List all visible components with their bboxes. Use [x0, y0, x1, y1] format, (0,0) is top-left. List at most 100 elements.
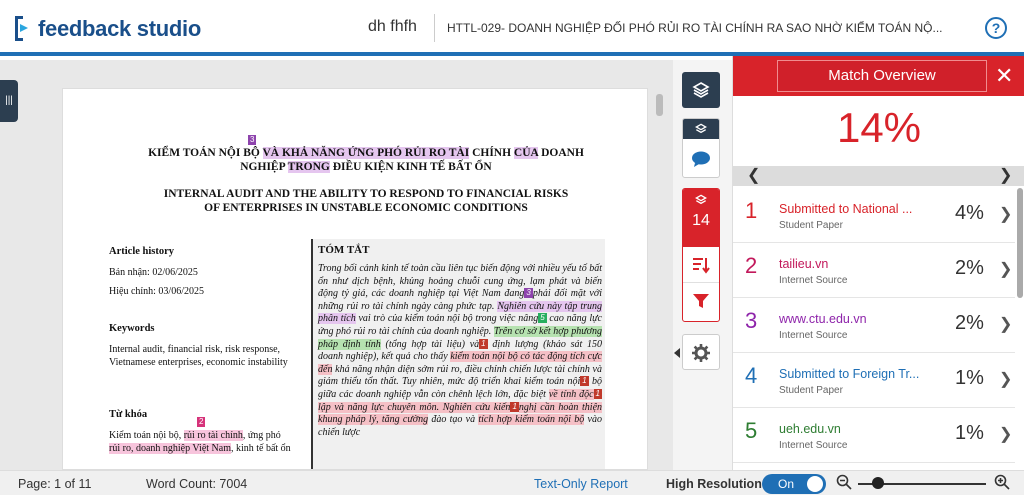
match-badge[interactable]: 3: [248, 135, 257, 145]
match-row[interactable]: 3 www.ctu.edu.vn Internet Source 2% ❯: [733, 298, 1015, 353]
high-resolution-label: High Resolution: [666, 477, 762, 491]
match-overview-panel: Match Overview ✕ 14% ❮ ❯ 1 Submitted to …: [732, 56, 1024, 470]
layers-icon: [695, 123, 707, 134]
match-percent: 1%: [955, 422, 984, 444]
match-number: 2: [745, 253, 758, 278]
match-row[interactable]: 5 ueh.edu.vn Internet Source 1% ❯: [733, 408, 1015, 463]
match-row[interactable]: 1 Submitted to National ... Student Pape…: [733, 188, 1015, 243]
match-type: Internet Source: [779, 440, 848, 451]
settings-button[interactable]: [682, 334, 720, 370]
sort-icon: [693, 257, 710, 274]
match-type: Student Paper: [779, 385, 843, 396]
chevron-right-icon[interactable]: ❯: [999, 424, 1012, 444]
match-percent: 2%: [955, 257, 984, 279]
close-icon[interactable]: ✕: [995, 62, 1013, 90]
chevron-right-icon[interactable]: ❯: [999, 204, 1012, 224]
match-overview-title[interactable]: Match Overview: [777, 60, 987, 92]
match-type: Student Paper: [779, 220, 843, 231]
document-scrollbar[interactable]: [656, 94, 663, 116]
match-type: Internet Source: [779, 275, 848, 286]
match-sort-button[interactable]: [683, 247, 719, 283]
match-badge[interactable]: 2: [197, 417, 206, 427]
title-english: INTERNAL AUDIT AND THE ABILITY TO RESPON…: [163, 188, 569, 214]
match-source[interactable]: Submitted to National ...: [779, 202, 923, 216]
brand-logo[interactable]: feedback studio: [12, 14, 201, 44]
match-row[interactable]: 2 tailieu.vn Internet Source 2% ❯: [733, 243, 1015, 298]
match-row[interactable]: 4 Submitted to Foreign Tr... Student Pap…: [733, 353, 1015, 408]
feedback-studio-logo-icon: [12, 14, 32, 44]
filter-icon: [693, 294, 709, 308]
similarity-layer-group: 14: [682, 188, 720, 322]
sidebar-toggle-handle[interactable]: |||: [0, 80, 18, 122]
match-number: 1: [745, 198, 758, 223]
match-source[interactable]: www.ctu.edu.vn: [779, 312, 923, 326]
keywords-text: Internal audit, financial risk, risk res…: [109, 344, 288, 368]
match-badge[interactable]: 1: [510, 401, 519, 412]
match-badge[interactable]: 1: [593, 388, 602, 399]
chevron-right-icon[interactable]: ❯: [999, 259, 1012, 279]
title-vietnamese: KIỂM TOÁN NỘI BỘ VÀ KHẢ NĂNG ỨNG PHÓ RỦI…: [148, 147, 584, 173]
zoom-in-icon[interactable]: [994, 474, 1010, 490]
match-badge[interactable]: 5: [538, 313, 547, 324]
comment-bubble-icon: [692, 151, 710, 167]
panel-header: Match Overview ✕: [733, 56, 1024, 96]
chevron-right-icon[interactable]: ❯: [999, 166, 1012, 186]
tukhoa-heading: Từ khóa: [109, 409, 148, 420]
zoom-out-icon[interactable]: [836, 474, 852, 490]
document-title: HTTL-029- DOANH NGHIỆP ĐỐI PHÓ RỦI RO TÀ…: [434, 14, 942, 42]
toggle-label: On: [778, 477, 795, 491]
match-badge[interactable]: 3: [524, 288, 533, 299]
word-count: Word Count: 7004: [146, 477, 248, 491]
gear-icon: [692, 344, 710, 362]
match-percent: 4%: [955, 202, 984, 224]
keywords-heading: Keywords: [109, 323, 155, 334]
highlight-match-3[interactable]: TRONG: [287, 161, 330, 173]
match-source[interactable]: tailieu.vn: [779, 257, 923, 271]
highlight-match-2[interactable]: rủi ro, doanh nghiệp Việt Nam: [109, 443, 231, 454]
match-number: 4: [745, 363, 758, 388]
highlight-match-1[interactable]: tích hợp kiểm toán nội bộ: [478, 414, 585, 426]
chevron-right-icon[interactable]: ❯: [999, 314, 1012, 334]
overall-similarity: 14%: [836, 104, 922, 151]
highlight-match-3[interactable]: CỦA: [513, 147, 539, 159]
abstract-heading: TÓM TẮT: [318, 244, 370, 256]
abstract-text: Trong bối cảnh kinh tế toàn cầu liên tục…: [318, 263, 603, 438]
highlight-match-3[interactable]: VÀ KHẢ NĂNG ỨNG PHÓ RỦI RO TÀI: [262, 147, 470, 159]
highlight-match-2[interactable]: rủi ro tài chính: [183, 430, 243, 441]
highlight-match-1[interactable]: lập và năng lực chuyên môn. Nghiên cứu k…: [318, 401, 511, 413]
match-overview-button[interactable]: 14: [683, 189, 719, 247]
article-history-heading: Article history: [109, 246, 175, 257]
status-bar: Page: 1 of 11 Word Count: 7004 Text-Only…: [0, 470, 1024, 495]
text-only-report-link[interactable]: Text-Only Report: [534, 477, 628, 491]
match-badge[interactable]: 1: [479, 338, 488, 349]
filter-button[interactable]: [683, 283, 719, 319]
match-navigation: ❮ ❯: [733, 166, 1024, 186]
panel-scrollbar[interactable]: [1017, 188, 1023, 298]
tukhoa-text: Kiểm toán nội bộ, rủi ro tài chính, ứng …: [109, 430, 291, 454]
abstract-box: TÓM TẮT Trong bối cảnh kinh tế toàn cầu …: [311, 239, 605, 469]
received-date: Bản nhận: 02/06/2025: [109, 267, 198, 278]
comments-button[interactable]: [683, 139, 719, 177]
match-source[interactable]: Submitted to Foreign Tr...: [779, 367, 923, 381]
match-type: Internet Source: [779, 330, 848, 341]
layer-header: [683, 119, 719, 139]
top-bar: feedback studio dh fhfh HTTL-029- DOANH …: [0, 0, 1024, 56]
brand-name: feedback studio: [38, 16, 201, 41]
grading-layer-group: [682, 118, 720, 178]
match-badge[interactable]: 1: [580, 376, 589, 387]
panel-pointer-icon: [674, 348, 680, 358]
highlight-match-1[interactable]: về tính độc: [548, 388, 594, 400]
all-layers-button[interactable]: [682, 72, 720, 108]
help-icon[interactable]: ?: [985, 17, 1007, 39]
high-resolution-toggle[interactable]: On: [762, 474, 826, 494]
zoom-slider-handle[interactable]: [872, 477, 884, 489]
layers-icon: [692, 82, 710, 98]
user-name: dh fhfh: [368, 18, 417, 35]
chevron-right-icon[interactable]: ❯: [999, 369, 1012, 389]
chevron-left-icon[interactable]: ❮: [747, 166, 760, 186]
toggle-knob: [807, 476, 823, 492]
match-number: 5: [745, 418, 758, 443]
document-page: 3 KIỂM TOÁN NỘI BỘ VÀ KHẢ NĂNG ỨNG PHÓ R…: [62, 88, 648, 470]
layers-icon: [694, 194, 708, 205]
match-source[interactable]: ueh.edu.vn: [779, 422, 923, 436]
